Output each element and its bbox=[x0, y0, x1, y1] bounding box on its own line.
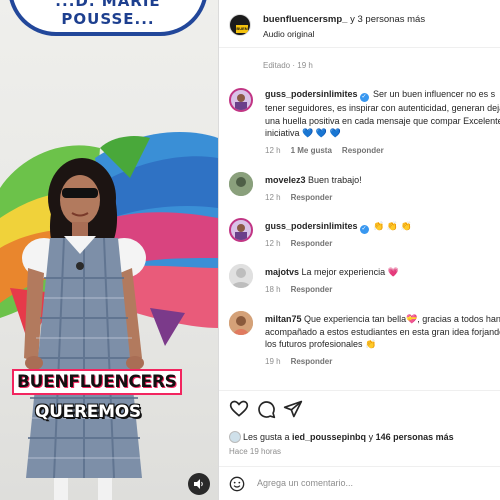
comment-text: majotvs La mejor experiencia 💗 bbox=[265, 266, 500, 279]
video-caption-overlay: BUENFLUENCERS QUEREMOS bbox=[12, 369, 182, 423]
add-comment-input[interactable] bbox=[257, 478, 487, 488]
reply-button[interactable]: Responder bbox=[291, 239, 333, 248]
comment-meta: 12 h 1 Me gusta Responder bbox=[265, 146, 394, 155]
clap-emoji: 👏 👏 👏 bbox=[373, 221, 412, 231]
liker-avatar[interactable] bbox=[229, 431, 241, 443]
post-media[interactable]: ...D. MARIE POUSSE... BUENFLUENCERS QUER… bbox=[0, 0, 218, 500]
author-username[interactable]: buenfluencersmp_ bbox=[263, 14, 347, 25]
avatar-image-icon bbox=[229, 172, 253, 196]
comment-content: La mejor experiencia bbox=[301, 267, 386, 277]
comment-username[interactable]: movelez3 bbox=[265, 175, 306, 185]
comment-username[interactable]: guss_podersinlimites bbox=[265, 89, 358, 99]
wall-sign-text: ...D. MARIE POUSSE... bbox=[55, 0, 161, 28]
likes-summary: Les gusta a ied_poussepinbq y 146 person… bbox=[229, 431, 454, 443]
blue-hearts-emoji: 💙 💙 💙 bbox=[302, 128, 341, 138]
comment-meta: 12 h Responder bbox=[265, 193, 342, 202]
reply-button[interactable]: Responder bbox=[291, 285, 333, 294]
actions-divider bbox=[219, 390, 500, 391]
audio-label[interactable]: Audio original bbox=[263, 29, 315, 39]
reply-button[interactable]: Responder bbox=[291, 193, 333, 202]
comment-meta: 12 h Responder bbox=[265, 239, 342, 248]
audio-toggle-button[interactable] bbox=[188, 473, 210, 495]
comment-text: miltan75 Que experiencia tan bella💝, gra… bbox=[265, 313, 500, 351]
wall-sign: ...D. MARIE POUSSE... bbox=[8, 0, 208, 36]
commenter-avatar[interactable] bbox=[229, 218, 253, 242]
post-detail-panel: BUEN buenfluencersmp_ y 3 personas más A… bbox=[218, 0, 500, 500]
comment-text: guss_podersinlimites ✓ 👏 👏 👏 bbox=[265, 220, 500, 234]
likes-count[interactable]: 146 personas más bbox=[376, 432, 454, 442]
author-line: buenfluencersmp_ y 3 personas más bbox=[263, 14, 425, 25]
reply-button[interactable]: Responder bbox=[342, 146, 384, 155]
comment-username[interactable]: miltan75 bbox=[265, 314, 302, 324]
avatar-image-icon bbox=[229, 311, 253, 335]
comment-meta: 19 h Responder bbox=[265, 357, 342, 366]
clap-emoji: 👏 bbox=[365, 339, 377, 349]
comment-text: guss_podersinlimites ✓ Ser un buen influe… bbox=[265, 88, 500, 140]
person-figure bbox=[22, 158, 146, 500]
commenter-avatar[interactable] bbox=[229, 172, 253, 196]
commenter-avatar[interactable] bbox=[229, 88, 253, 112]
commenter-avatar[interactable] bbox=[229, 264, 253, 288]
comment-time: 12 h bbox=[265, 146, 281, 155]
overlay-line-1: BUENFLUENCERS bbox=[12, 369, 182, 395]
comment-meta: 18 h Responder bbox=[265, 285, 342, 294]
overlay-line-2: QUEREMOS bbox=[35, 402, 141, 422]
reply-button[interactable]: Responder bbox=[291, 357, 333, 366]
comment-time: 12 h bbox=[265, 193, 281, 202]
edited-label: Editado · 19 h bbox=[263, 61, 313, 70]
heart-icon[interactable] bbox=[229, 399, 249, 419]
comment-username[interactable]: majotvs bbox=[265, 267, 299, 277]
comment-time: 12 h bbox=[265, 239, 281, 248]
comment-text: movelez3 Buen trabajo! bbox=[265, 174, 500, 187]
share-icon[interactable] bbox=[283, 399, 303, 419]
commenter-avatar[interactable] bbox=[229, 311, 253, 335]
verified-badge-icon: ✓ bbox=[359, 225, 369, 234]
speaker-icon bbox=[194, 479, 203, 489]
liker-username[interactable]: ied_poussepinbq bbox=[292, 432, 366, 442]
comment-content: Buen trabajo! bbox=[308, 175, 362, 185]
post-header: BUEN buenfluencersmp_ y 3 personas más A… bbox=[219, 0, 500, 48]
author-avatar[interactable]: BUEN bbox=[229, 14, 251, 36]
default-avatar-icon bbox=[229, 264, 253, 288]
avatar-badge: BUEN bbox=[236, 25, 248, 33]
comment-time: 19 h bbox=[265, 357, 281, 366]
comment-username[interactable]: guss_podersinlimites bbox=[265, 221, 358, 231]
emoji-icon[interactable] bbox=[229, 476, 245, 492]
comment-time: 18 h bbox=[265, 285, 281, 294]
likes-prefix: Les gusta a bbox=[243, 432, 293, 442]
likes-connector: y bbox=[366, 432, 376, 442]
avatar-image-icon bbox=[235, 94, 247, 110]
post-time: Hace 19 horas bbox=[229, 447, 282, 456]
add-comment-row bbox=[219, 466, 500, 500]
pink-heart-emoji: 💗 bbox=[387, 267, 399, 277]
coauthors-link[interactable]: y 3 personas más bbox=[347, 14, 425, 25]
comment-likes[interactable]: 1 Me gusta bbox=[291, 146, 332, 155]
verified-badge-icon: ✓ bbox=[359, 93, 369, 102]
avatar-image-icon bbox=[235, 224, 247, 240]
comment-icon[interactable] bbox=[256, 399, 276, 419]
